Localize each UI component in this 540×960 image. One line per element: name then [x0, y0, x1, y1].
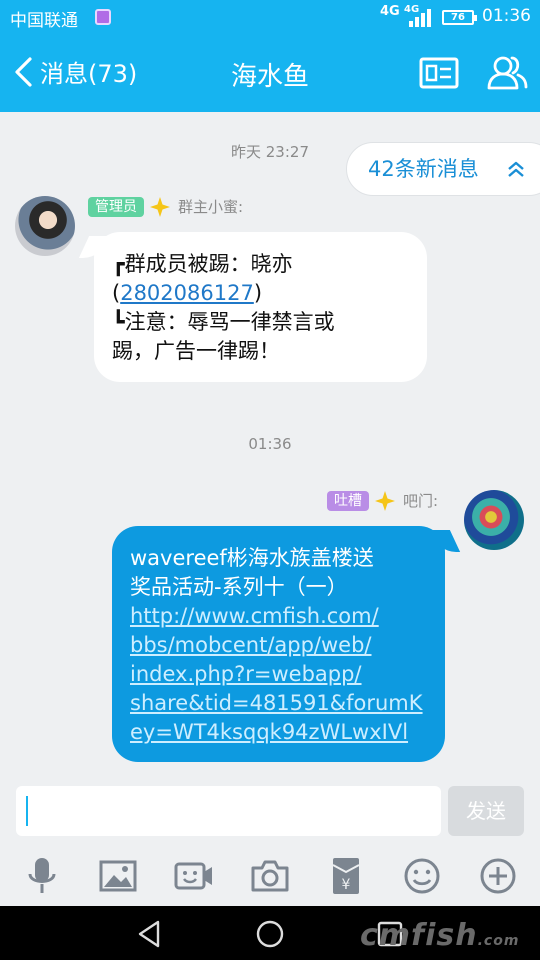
message-bubble[interactable]: wavereef彬海水族盖楼送 奖品活动-系列十（一） http://www.c… [112, 526, 445, 762]
star-icon [375, 490, 395, 511]
chevron-left-icon [15, 56, 32, 87]
status-bar: 中国联通 4G 4G 76 01:36 [0, 0, 540, 34]
svg-text:¥: ¥ [342, 877, 351, 893]
chat-header: 消息(73) 海水鱼 [0, 34, 540, 112]
back-button[interactable]: 消息(73) [12, 54, 137, 89]
double-chevron-up-icon [508, 161, 524, 177]
group-profile-button[interactable] [418, 56, 460, 90]
url-link[interactable]: index.php?r=webapp/ [130, 660, 429, 689]
input-bar: 发送 [0, 774, 540, 846]
site-watermark: cmfish.com [360, 918, 520, 953]
group-members-button[interactable] [486, 54, 528, 92]
admin-badge: 管理员 [88, 196, 144, 217]
clock: 01:36 [482, 6, 531, 26]
camera-icon[interactable] [250, 856, 290, 896]
signal-strength-icon [405, 9, 431, 27]
url-link[interactable]: share&tid=481591&forumK [130, 689, 429, 718]
url-link[interactable]: http://www.cmfish.com/ [130, 602, 429, 631]
network-type: 4G [380, 4, 400, 19]
back-label: 消息(73) [40, 60, 138, 88]
message-line: wavereef彬海水族盖楼送 [130, 546, 374, 570]
microphone-icon[interactable] [22, 856, 62, 896]
avatar[interactable] [464, 490, 524, 550]
plus-icon[interactable] [478, 856, 518, 896]
url-link[interactable]: ey=WT4ksqqk94zWLwxIVl [130, 718, 429, 747]
battery-icon: 76 [442, 10, 477, 25]
message-list[interactable]: 昨天 23:27 42条新消息 管理员 群主小蜜: ┏群成员被踢：晓亦 (280… [0, 112, 540, 774]
image-icon[interactable] [98, 856, 138, 896]
message-line: (2802086127) [112, 281, 263, 305]
input-toolbar: ¥ [0, 846, 540, 906]
message-line: ┏群成员被踢：晓亦 [112, 252, 293, 276]
sender-name: 群主小蜜: [178, 198, 244, 216]
group-members-icon [487, 56, 528, 90]
avatar[interactable] [15, 196, 75, 256]
new-messages-label: 42条新消息 [368, 157, 479, 181]
red-envelope-icon[interactable]: ¥ [326, 856, 366, 896]
nav-home-icon[interactable] [254, 918, 286, 950]
emoji-icon[interactable] [402, 856, 442, 896]
timestamp: 01:36 [248, 435, 292, 453]
sender-name: 吧门: [403, 492, 439, 510]
message-sender: 吐槽 吧门: [327, 490, 438, 511]
carrier-label: 中国联通 [10, 11, 78, 31]
video-icon[interactable] [174, 856, 214, 896]
tucao-badge: 吐槽 [327, 490, 369, 511]
new-messages-button[interactable]: 42条新消息 [346, 142, 540, 196]
message-sender: 管理员 群主小蜜: [88, 196, 243, 217]
message-line: ┗注意：辱骂一律禁言或 [112, 310, 335, 334]
text-caret [26, 796, 28, 826]
star-icon [150, 196, 170, 217]
url-link[interactable]: bbs/mobcent/app/web/ [130, 631, 429, 660]
nav-back-icon[interactable] [134, 918, 166, 950]
send-button[interactable]: 发送 [448, 786, 524, 836]
message-line: 奖品活动-系列十（一） [130, 575, 348, 599]
system-navigation-bar: cmfish.com [0, 906, 540, 960]
message-input[interactable] [16, 786, 441, 836]
profile-card-icon [419, 57, 459, 89]
qq-number-link[interactable]: 2802086127 [120, 281, 254, 305]
gallery-notification-icon [95, 9, 111, 25]
message-bubble[interactable]: ┏群成员被踢：晓亦 (2802086127) ┗注意：辱骂一律禁言或 踢，广告一… [94, 232, 427, 382]
message-line: 踢，广告一律踢！ [112, 339, 280, 363]
